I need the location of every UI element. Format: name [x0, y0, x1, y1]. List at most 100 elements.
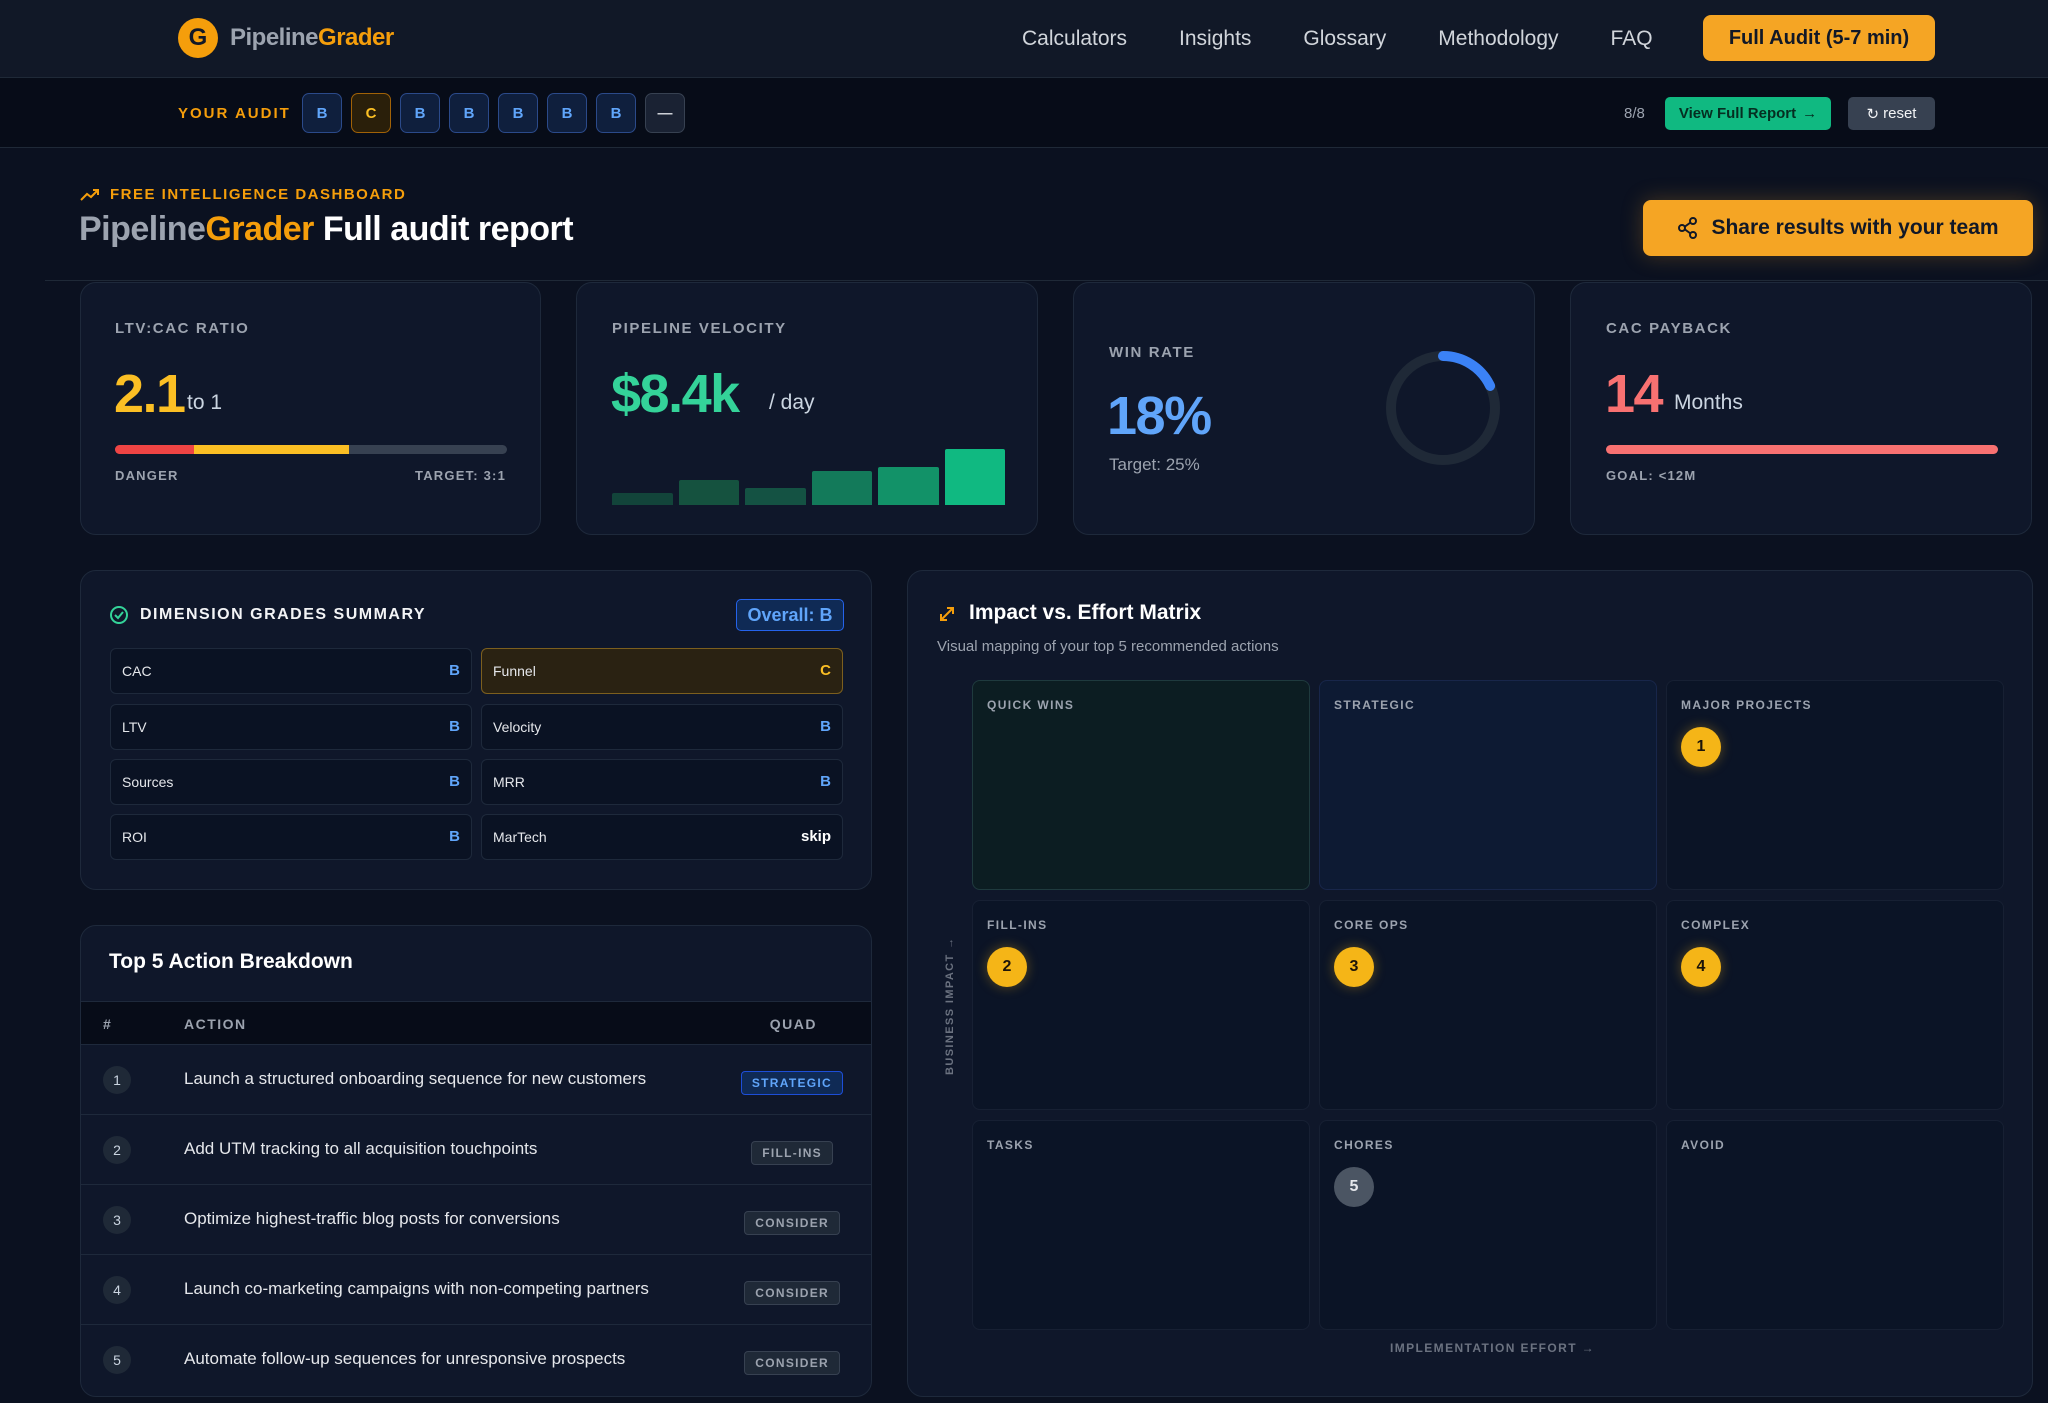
matrix-subtitle: Visual mapping of your top 5 recommended…	[937, 638, 1279, 655]
audit-chip[interactable]: —	[645, 93, 685, 133]
cell-label: STRATEGIC	[1334, 698, 1416, 712]
grade-name: LTV	[122, 719, 147, 735]
nav-links: Calculators Insights Glossary Methodolog…	[1022, 0, 1653, 78]
grade-name: Sources	[122, 774, 174, 790]
quad-badge: CONSIDER	[744, 1351, 840, 1375]
velocity-bar	[612, 493, 673, 505]
ltv-cac-target-caption: TARGET: 3:1	[415, 468, 506, 483]
grade-row-mrr[interactable]: MRR B	[481, 759, 843, 805]
audit-chip[interactable]: B	[400, 93, 440, 133]
velocity-bar	[944, 449, 1005, 505]
audit-chips: B C B B B B B —	[302, 93, 685, 133]
audit-chip[interactable]: C	[351, 93, 391, 133]
grade-row-ltv[interactable]: LTV B	[110, 704, 472, 750]
grade-row-velocity[interactable]: Velocity B	[481, 704, 843, 750]
grade-row-funnel[interactable]: Funnel C	[481, 648, 843, 694]
row-action: Launch co-marketing campaigns with non-c…	[184, 1279, 649, 1298]
table-row[interactable]: 4 Launch co-marketing campaigns with non…	[81, 1255, 871, 1325]
velocity-unit: / day	[769, 391, 815, 414]
grade-value: B	[449, 662, 460, 679]
cac-payback-label: CAC PAYBACK	[1606, 320, 1732, 337]
grade-name: CAC	[122, 663, 152, 679]
grade-value: B	[820, 718, 831, 735]
cell-label: AVOID	[1681, 1138, 1726, 1152]
grade-value: C	[820, 662, 831, 679]
nav-link-insights[interactable]: Insights	[1179, 27, 1251, 51]
grade-row-cac[interactable]: CAC B	[110, 648, 472, 694]
cell-label: TASKS	[987, 1138, 1034, 1152]
row-action: Optimize highest-traffic blog posts for …	[184, 1209, 560, 1228]
cac-payback-goal: GOAL: <12M	[1606, 468, 1697, 483]
table-row[interactable]: 1 Launch a structured onboarding sequenc…	[81, 1045, 871, 1115]
grade-name: Funnel	[493, 663, 536, 679]
velocity-bar	[678, 480, 739, 505]
cac-payback-value: 14	[1605, 364, 1664, 424]
matrix-cell-strategic: STRATEGIC	[1319, 680, 1657, 890]
velocity-sparkbars	[612, 443, 1005, 505]
grade-row-martech[interactable]: MarTech skip	[481, 814, 843, 860]
col-header-num: #	[103, 1016, 113, 1032]
velocity-bar	[878, 467, 939, 505]
reset-button[interactable]: ↻ reset	[1848, 97, 1935, 130]
y-axis-label: BUSINESS IMPACT →	[944, 936, 956, 1076]
audit-chip[interactable]: B	[302, 93, 342, 133]
share-icon	[1678, 217, 1698, 239]
grade-value: B	[820, 773, 831, 790]
ltv-cac-card: LTV:CAC RATIO 2.1 to 1 DANGER TARGET: 3:…	[80, 282, 541, 535]
grade-row-sources[interactable]: Sources B	[110, 759, 472, 805]
cell-label: COMPLEX	[1681, 918, 1751, 932]
view-full-report-button[interactable]: View Full Report →	[1665, 97, 1831, 130]
logo[interactable]: G PipelineGrader	[178, 18, 394, 58]
audit-chip[interactable]: B	[498, 93, 538, 133]
action-marker[interactable]: 4	[1681, 947, 1721, 987]
action-marker[interactable]: 5	[1334, 1167, 1374, 1207]
check-circle-icon	[110, 606, 128, 624]
grade-name: MarTech	[493, 829, 547, 845]
ltv-cac-label: LTV:CAC RATIO	[115, 320, 250, 337]
share-results-button[interactable]: Share results with your team	[1643, 200, 2033, 256]
matrix-cell-fill-ins: FILL-INS 2	[972, 900, 1310, 1110]
cell-label: CORE OPS	[1334, 918, 1409, 932]
row-action: Launch a structured onboarding sequence …	[184, 1069, 647, 1088]
audit-chip[interactable]: B	[449, 93, 489, 133]
grade-name: MRR	[493, 774, 525, 790]
grade-row-roi[interactable]: ROI B	[110, 814, 472, 860]
logo-text: PipelineGrader	[230, 24, 394, 51]
velocity-bar	[811, 471, 872, 505]
audit-progress: 8/8	[1624, 105, 1645, 122]
audit-label: YOUR AUDIT	[178, 105, 291, 122]
actions-title: Top 5 Action Breakdown	[109, 950, 353, 973]
eyebrow: FREE INTELLIGENCE DASHBOARD	[80, 186, 406, 203]
action-marker[interactable]: 2	[987, 947, 1027, 987]
audit-chip[interactable]: B	[596, 93, 636, 133]
expand-arrows-icon	[940, 607, 954, 621]
quad-badge: STRATEGIC	[740, 1071, 843, 1095]
matrix-cell-core-ops: CORE OPS 3	[1319, 900, 1657, 1110]
refresh-icon: ↻	[1866, 105, 1880, 123]
ltv-cac-value: 2.1	[114, 364, 186, 424]
share-label: Share results with your team	[1711, 216, 1999, 239]
action-marker[interactable]: 1	[1681, 727, 1721, 767]
velocity-bar	[745, 488, 806, 505]
nav-link-methodology[interactable]: Methodology	[1438, 27, 1558, 51]
full-audit-button[interactable]: Full Audit (5-7 min)	[1703, 15, 1935, 61]
matrix-cell-avoid: AVOID	[1666, 1120, 2004, 1330]
actions-table-header: # ACTION QUAD	[81, 1001, 871, 1045]
ltv-cac-unit: to 1	[187, 391, 223, 414]
audit-chip[interactable]: B	[547, 93, 587, 133]
nav-link-faq[interactable]: FAQ	[1611, 27, 1653, 51]
matrix-cell-tasks: TASKS	[972, 1120, 1310, 1330]
cac-payback-unit: Months	[1674, 391, 1743, 414]
nav-link-calculators[interactable]: Calculators	[1022, 27, 1127, 51]
table-row[interactable]: 3 Optimize highest-traffic blog posts fo…	[81, 1185, 871, 1255]
action-marker[interactable]: 3	[1334, 947, 1374, 987]
nav-link-glossary[interactable]: Glossary	[1303, 27, 1386, 51]
win-rate-target: Target: 25%	[1109, 455, 1200, 474]
matrix-cell-chores: CHORES 5	[1319, 1120, 1657, 1330]
table-row[interactable]: 5 Automate follow-up sequences for unres…	[81, 1325, 871, 1395]
cell-label: QUICK WINS	[987, 698, 1075, 712]
table-row[interactable]: 2 Add UTM tracking to all acquisition to…	[81, 1115, 871, 1185]
row-number: 1	[103, 1066, 131, 1094]
win-rate-card: WIN RATE 18% Target: 25%	[1073, 282, 1535, 535]
row-number: 2	[103, 1136, 131, 1164]
